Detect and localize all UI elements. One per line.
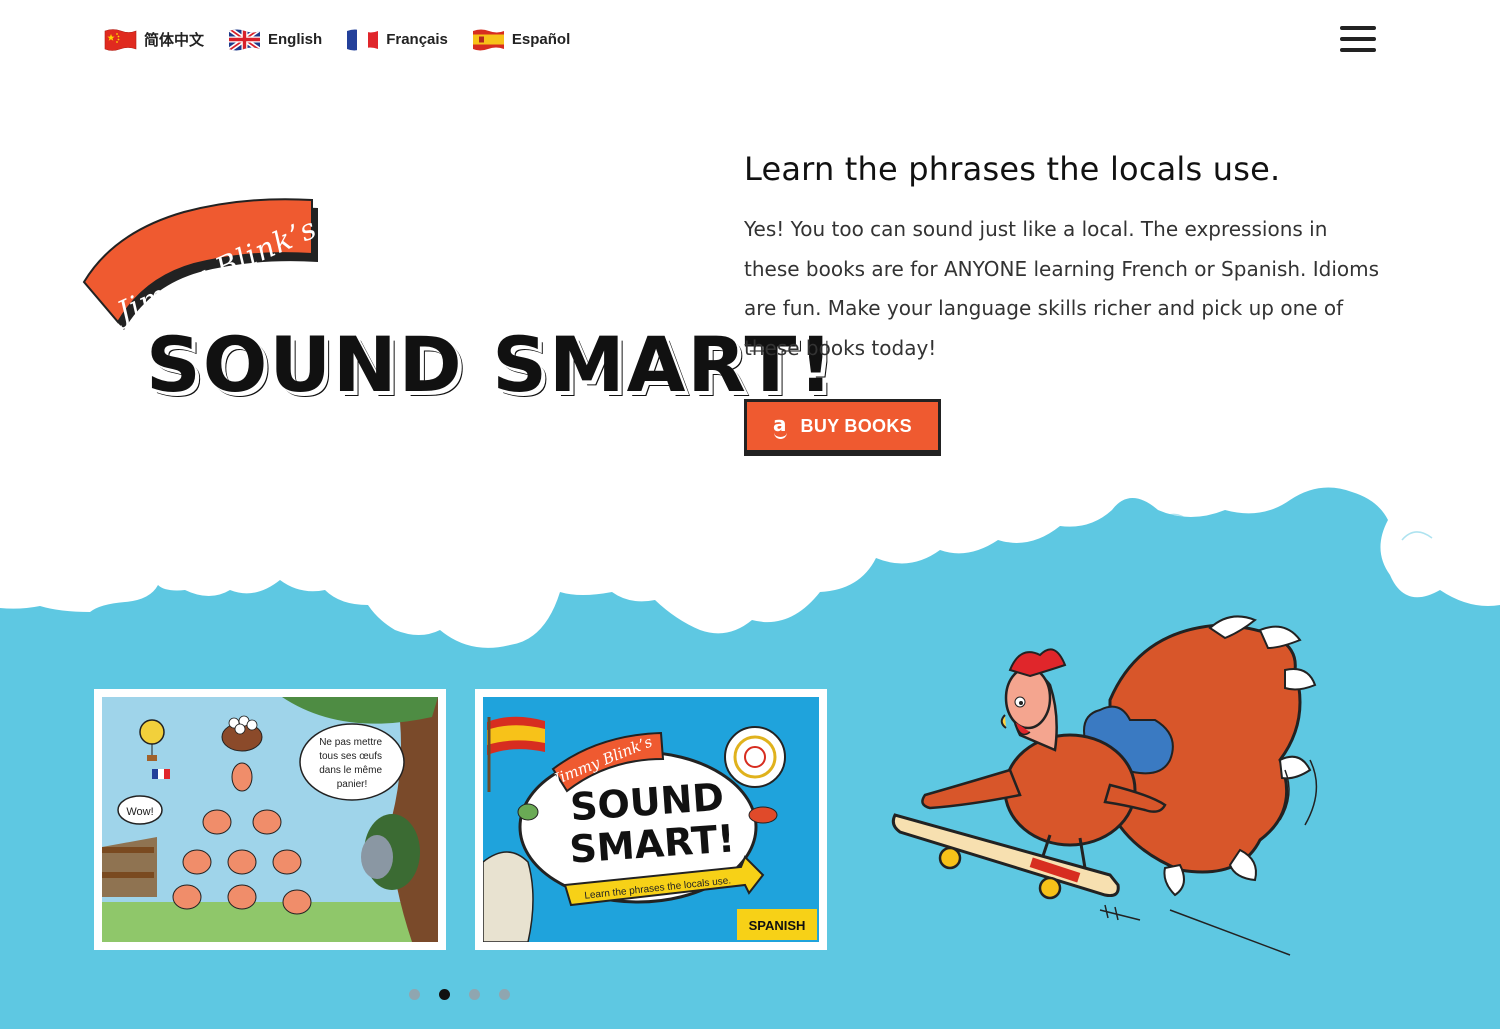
carousel-dot-1[interactable]	[409, 989, 420, 1000]
bubble-line: dans le même	[319, 765, 382, 776]
site-logo: Jimmy Blink’s SOUND SMART!	[80, 190, 833, 420]
intro-section: Learn the phrases the locals use. Yes! Y…	[744, 150, 1394, 368]
language-chinese[interactable]: 简体中文	[104, 28, 204, 51]
spain-flag-icon	[472, 29, 504, 51]
language-spanish[interactable]: Español	[472, 28, 570, 51]
language-label: Español	[511, 31, 571, 48]
carousel-slide-french[interactable]: Wow! Ne pas mettre tous ses œufs dans le…	[94, 689, 446, 950]
language-french[interactable]: Français	[346, 28, 448, 51]
turkey-skateboard-illustration	[891, 615, 1318, 956]
bubble-line: panier!	[337, 779, 368, 790]
wow-text: Wow!	[126, 806, 153, 818]
language-label: 简体中文	[144, 32, 205, 49]
language-label: Français	[386, 31, 448, 48]
amazon-icon: a	[773, 412, 787, 439]
carousel-slide-spanish[interactable]: Jimmy Blink’s SOUND SMART! Learn the phr…	[475, 689, 827, 950]
carousel-dot-4[interactable]	[499, 989, 510, 1000]
bubble-line: Ne pas mettre	[319, 737, 382, 748]
language-switcher: 简体中文 English Français Español	[104, 28, 594, 51]
french-book-cover: Wow! Ne pas mettre tous ses œufs dans le…	[102, 697, 438, 942]
spanish-book-cover: Jimmy Blink’s SOUND SMART! Learn the phr…	[483, 697, 819, 942]
bubble-line: tous ses œufs	[319, 751, 382, 762]
language-english[interactable]: English	[228, 28, 322, 51]
intro-body: Yes! You too can sound just like a local…	[744, 217, 1380, 360]
hamburger-menu-icon[interactable]	[1340, 26, 1377, 58]
china-flag-icon	[104, 29, 137, 51]
uk-flag-icon	[229, 29, 261, 51]
carousel-pagination	[409, 989, 529, 1000]
cover-language-badge: SPANISH	[749, 918, 806, 933]
buy-books-label: BUY BOOKS	[800, 415, 912, 436]
carousel-dot-2[interactable]	[439, 989, 450, 1000]
top-bar: 简体中文 English Français Español	[0, 0, 1500, 84]
logo-title: SOUND SMART!	[146, 320, 835, 409]
intro-heading: Learn the phrases the locals use.	[744, 150, 1281, 188]
france-flag-icon	[347, 29, 379, 51]
buy-books-button[interactable]: a BUY BOOKS	[744, 399, 941, 456]
language-label: English	[268, 31, 323, 48]
carousel-dot-3[interactable]	[469, 989, 480, 1000]
